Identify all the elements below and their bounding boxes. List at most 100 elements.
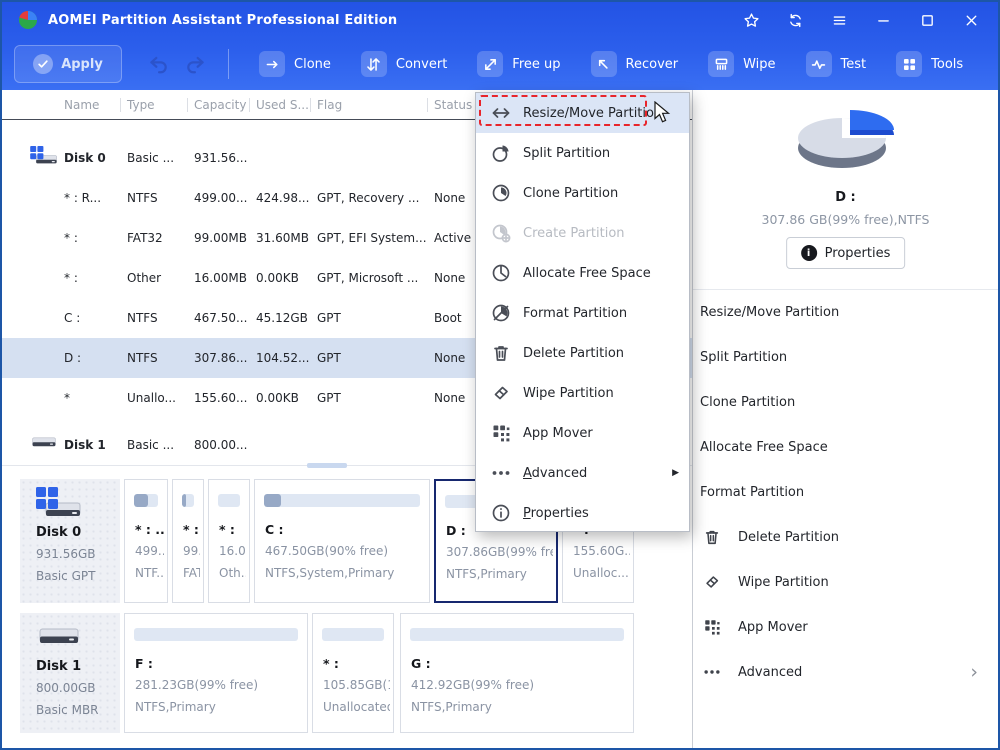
redo-button[interactable] <box>184 52 208 76</box>
column-separator <box>427 98 428 112</box>
toolbar-button-label: Convert <box>395 56 448 72</box>
horizontal-scrollbar-thumb[interactable] <box>307 463 347 468</box>
menu-item-split-partition[interactable]: Split Partition <box>476 133 689 173</box>
menu-item-format-partition[interactable]: Format Partition <box>476 293 689 333</box>
selected-partition-info: 307.86 GB(99% free),NTFS <box>761 212 930 227</box>
sidebar-action-split-partition[interactable]: Split Partition <box>693 335 998 380</box>
menu-item-properties[interactable]: Properties <box>476 493 689 533</box>
partition-size: 105.85GB(10... <box>323 678 390 692</box>
cell-type: Other <box>127 271 162 285</box>
cell-type: NTFS <box>127 311 158 325</box>
cell-status: Boot <box>434 311 462 325</box>
sidebar-action-format-partition[interactable]: Format Partition <box>693 470 998 515</box>
column-header-capacity[interactable]: Capacity <box>194 90 246 120</box>
allocate-free-space-icon <box>491 263 511 283</box>
minimize-icon[interactable] <box>872 9 894 31</box>
format-partition-icon <box>491 303 511 323</box>
free-up-button[interactable]: Free up <box>477 51 561 77</box>
sidebar-action-label: Delete Partition <box>738 530 840 545</box>
menu-item-delete-partition[interactable]: Delete Partition <box>476 333 689 373</box>
sidebar-action-clone-partition[interactable]: Clone Partition <box>693 380 998 425</box>
star-icon[interactable] <box>740 9 762 31</box>
column-header-flag[interactable]: Flag <box>317 90 342 120</box>
toolbar-buttons: Clone Convert Free up Recover Wipe Test Tools <box>229 51 963 77</box>
wipe-partition-icon <box>491 383 511 403</box>
partition-size: 412.92GB(99% free) <box>411 678 535 692</box>
disk-name: Disk 1 <box>36 659 82 674</box>
usage-bar <box>264 494 420 507</box>
disk-card-disk-0[interactable]: Disk 0 931.56GB Basic GPT <box>20 479 120 603</box>
cell-status: None <box>434 391 466 405</box>
partition-label: F : <box>135 656 153 671</box>
tools-button[interactable]: Tools <box>896 51 963 77</box>
cell-flag: GPT <box>317 311 341 325</box>
cell-type: Unallo... <box>127 391 176 405</box>
convert-button[interactable]: Convert <box>360 51 448 77</box>
wipe-button[interactable]: Wipe <box>708 51 776 77</box>
menu-item-label: Advanced <box>523 465 588 481</box>
clone-button[interactable]: Clone <box>259 51 331 77</box>
apply-button-label: Apply <box>61 56 103 72</box>
cell-name: * <box>64 391 70 405</box>
partition-filesystem: NTFS,Primary <box>446 567 527 581</box>
sidebar-action-advanced[interactable]: Advanced <box>693 650 998 695</box>
toolbar-button-label: Wipe <box>743 56 776 72</box>
cell-used: 0.00KB <box>256 391 299 405</box>
cell-type: NTFS <box>127 351 158 365</box>
create-partition-icon <box>491 223 511 243</box>
column-header-used-s[interactable]: Used S... <box>256 90 309 120</box>
partition-card-[interactable]: * : ... 499... NTF... <box>124 479 168 603</box>
app-logo-icon <box>19 10 37 29</box>
menu-item-app-mover[interactable]: App Mover <box>476 413 689 453</box>
menu-icon[interactable] <box>828 9 850 31</box>
partition-card-[interactable]: * : 16.0... Oth... <box>208 479 250 603</box>
disk-card-disk-1[interactable]: Disk 1 800.00GB Basic MBR <box>20 613 120 733</box>
delete-partition-icon <box>703 528 721 546</box>
sidebar-action-label: Clone Partition <box>700 395 796 410</box>
undo-button[interactable] <box>146 52 170 76</box>
cell-used: 31.60MB <box>256 231 309 245</box>
column-header-status[interactable]: Status <box>434 90 472 120</box>
cell-name: Disk 0 <box>64 151 106 165</box>
partition-card-g[interactable]: G : 412.92GB(99% free) NTFS,Primary <box>400 613 634 733</box>
partition-label: * : ... <box>135 522 164 537</box>
cell-name: * : R... <box>64 191 102 205</box>
sidebar-action-wipe-partition[interactable]: Wipe Partition <box>693 560 998 605</box>
sync-icon[interactable] <box>784 9 806 31</box>
partition-card-c[interactable]: C : 467.50GB(90% free) NTFS,System,Primary <box>254 479 430 603</box>
column-header-name[interactable]: Name <box>64 90 99 120</box>
column-separator <box>310 98 311 112</box>
partition-filesystem: Unallocated <box>323 700 390 714</box>
recover-button[interactable]: Recover <box>590 51 678 77</box>
menu-item-clone-partition[interactable]: Clone Partition <box>476 173 689 213</box>
usage-bar <box>410 628 624 641</box>
app-mover-icon <box>703 618 721 636</box>
sidebar-action-label: Advanced <box>738 665 803 680</box>
menu-item-allocate-free-space[interactable]: Allocate Free Space <box>476 253 689 293</box>
sidebar-action-resize-move-partition[interactable]: Resize/Move Partition <box>693 290 998 335</box>
check-circle-icon <box>33 54 54 74</box>
partition-label: * : <box>323 656 339 671</box>
properties-button[interactable]: Properties <box>785 237 906 269</box>
partition-card-f[interactable]: F : 281.23GB(99% free) NTFS,Primary <box>124 613 308 733</box>
test-button[interactable]: Test <box>805 51 866 77</box>
column-header-type[interactable]: Type <box>127 90 155 120</box>
sidebar-action-delete-partition[interactable]: Delete Partition <box>693 515 998 560</box>
toolbar-button-label: Clone <box>294 56 331 72</box>
sidebar-action-allocate-free-space[interactable]: Allocate Free Space <box>693 425 998 470</box>
menu-item-resize-move-partition[interactable]: Resize/Move Partition <box>476 93 689 133</box>
partition-card-[interactable]: * : 99.... FAT... <box>172 479 204 603</box>
partition-filesystem: NTFS,System,Primary <box>265 566 395 580</box>
menu-item-advanced[interactable]: Advanced <box>476 453 689 493</box>
resize-move-icon <box>491 103 511 123</box>
menu-item-wipe-partition[interactable]: Wipe Partition <box>476 373 689 413</box>
sidebar-action-app-mover[interactable]: App Mover <box>693 605 998 650</box>
cell-capacity: 16.00MB <box>194 271 247 285</box>
partition-size: 467.50GB(90% free) <box>265 544 389 558</box>
apply-button[interactable]: Apply <box>14 45 122 83</box>
close-icon[interactable] <box>960 9 982 31</box>
right-sidebar: D : 307.86 GB(99% free),NTFS Properties … <box>692 90 998 748</box>
menu-item-create-partition: Create Partition <box>476 213 689 253</box>
partition-card-[interactable]: * : 105.85GB(10... Unallocated <box>312 613 394 733</box>
maximize-icon[interactable] <box>916 9 938 31</box>
